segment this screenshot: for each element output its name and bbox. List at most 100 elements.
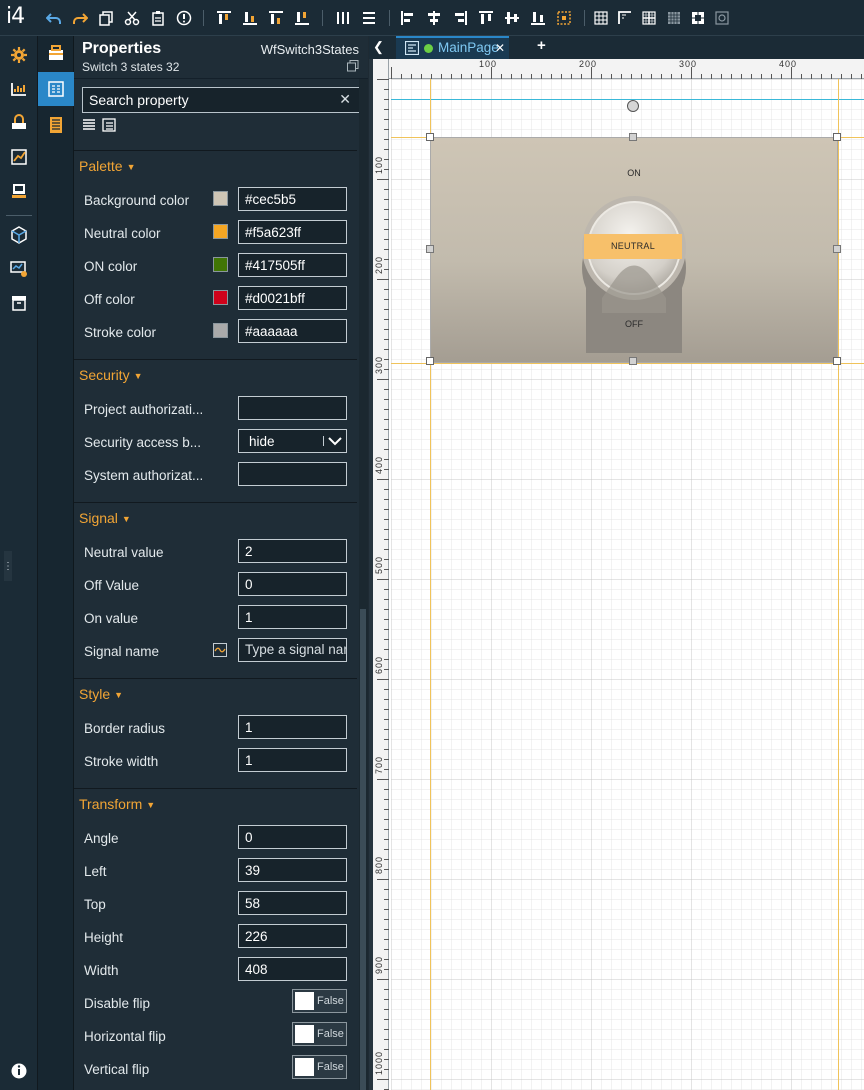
toolbox-icon[interactable] (38, 36, 74, 70)
resize-handle-right[interactable] (833, 245, 841, 253)
monitor-settings-icon[interactable] (4, 254, 34, 284)
toggle-state: False (317, 1061, 344, 1073)
add-tab-icon[interactable]: + (537, 37, 546, 54)
resize-handle-top[interactable] (629, 133, 637, 141)
property-value-input[interactable]: 226 (238, 924, 347, 948)
rail-resize-handle[interactable]: ⋮ (3, 551, 13, 581)
property-value-input[interactable]: 1 (238, 748, 347, 772)
signal-name-input[interactable]: Type a signal name (238, 638, 347, 662)
chevron-left-icon[interactable]: ❮ (373, 39, 391, 57)
horizontal-flip-toggle[interactable]: False (292, 1022, 347, 1046)
chevron-down-icon (328, 437, 342, 446)
property-row-top: Top 58 (74, 889, 357, 922)
resize-handle-top-right[interactable] (833, 133, 841, 141)
color-swatch[interactable] (213, 224, 228, 239)
search-input[interactable] (83, 88, 323, 112)
align-center-vertical-icon[interactable] (502, 8, 522, 28)
property-value-input[interactable]: 58 (238, 891, 347, 915)
align-right-icon[interactable] (450, 8, 470, 28)
zoom-fit-icon[interactable] (712, 8, 732, 28)
align-center-both-icon[interactable] (554, 8, 574, 28)
distribute-horizontal-icon[interactable] (333, 8, 353, 28)
property-value-input[interactable]: #f5a623ff (238, 220, 347, 244)
align-top-edge-icon[interactable] (476, 8, 496, 28)
property-value-input[interactable]: #d0021bff (238, 286, 347, 310)
align-top-icon[interactable] (214, 8, 234, 28)
vertical-flip-toggle[interactable]: False (292, 1055, 347, 1079)
scrollbar-thumb[interactable] (360, 609, 366, 1090)
tab-mainpage[interactable]: MainPage ✕ (396, 36, 509, 59)
grid-dense-icon[interactable] (639, 8, 659, 28)
color-swatch[interactable] (213, 257, 228, 272)
section-header-signal[interactable]: Signal ▼ (79, 510, 131, 526)
property-value-input[interactable]: #417505ff (238, 253, 347, 277)
align-bottom-edge-icon[interactable] (528, 8, 548, 28)
copy-name-icon[interactable] (347, 60, 359, 72)
resize-handle-left[interactable] (426, 245, 434, 253)
deploy-icon[interactable] (4, 108, 34, 138)
section-header-security[interactable]: Security ▼ (79, 367, 143, 383)
property-value-input[interactable]: 0 (238, 572, 347, 596)
dashboard-icon[interactable] (4, 74, 34, 104)
section-header-transform[interactable]: Transform ▼ (79, 796, 155, 812)
section-header-style[interactable]: Style ▼ (79, 686, 123, 702)
align-top-to-bottom-icon[interactable] (266, 8, 286, 28)
grid-icon[interactable] (591, 8, 611, 28)
section-transform: Transform ▼ Angle 0 Left 39 Top 58 Height… (74, 788, 357, 1090)
property-value-input[interactable]: 39 (238, 858, 347, 882)
document-list-icon[interactable] (38, 108, 74, 142)
switch-3-states-widget[interactable]: NEUTRAL ON OFF (430, 137, 838, 363)
color-swatch[interactable] (213, 290, 228, 305)
color-swatch[interactable] (213, 191, 228, 206)
signal-picker-icon[interactable] (213, 643, 227, 657)
device-icon[interactable] (4, 176, 34, 206)
property-row-horizontal-flip: Horizontal flip False (74, 1021, 357, 1054)
archive-icon[interactable] (4, 288, 34, 318)
property-value-input[interactable]: 1 (238, 715, 347, 739)
align-bottom-icon[interactable] (240, 8, 260, 28)
property-value-input[interactable] (238, 396, 347, 420)
list-view-icon[interactable] (82, 118, 96, 132)
properties-panel-icon[interactable] (38, 72, 74, 106)
page-icon (405, 41, 419, 55)
color-swatch[interactable] (213, 323, 228, 338)
grid-cells-icon[interactable] (688, 8, 708, 28)
properties-scrollbar[interactable] (359, 79, 368, 1090)
paste-icon[interactable] (148, 8, 168, 28)
grouped-view-icon[interactable] (102, 118, 116, 132)
info-icon[interactable] (174, 8, 194, 28)
clear-search-icon[interactable]: ✕ (339, 91, 351, 108)
snap-corner-icon[interactable] (615, 8, 635, 28)
settings-gear-icon[interactable] (4, 40, 34, 70)
copy-icon[interactable] (96, 8, 116, 28)
resize-handle-bottom-left[interactable] (426, 357, 434, 365)
property-value-input[interactable] (238, 462, 347, 486)
grid-fine-icon[interactable] (664, 8, 684, 28)
property-label: Security access b... (84, 435, 202, 450)
disable-flip-toggle[interactable]: False (292, 989, 347, 1013)
distribute-vertical-icon[interactable] (359, 8, 379, 28)
security-access-select[interactable]: hide (238, 429, 347, 453)
align-bottom-to-top-icon[interactable] (292, 8, 312, 28)
rotate-handle[interactable] (627, 100, 639, 112)
package-icon[interactable] (4, 220, 34, 250)
property-value-input[interactable]: 2 (238, 539, 347, 563)
property-value-input[interactable]: 408 (238, 957, 347, 981)
property-value-input[interactable]: 1 (238, 605, 347, 629)
cut-icon[interactable] (122, 8, 142, 28)
resize-handle-top-left[interactable] (426, 133, 434, 141)
align-left-icon[interactable] (398, 8, 418, 28)
undo-icon[interactable] (44, 8, 64, 28)
section-header-palette[interactable]: Palette ▼ (79, 158, 136, 174)
close-tab-icon[interactable]: ✕ (495, 41, 505, 55)
align-center-horizontal-icon[interactable] (424, 8, 444, 28)
property-value-input[interactable]: #cec5b5 (238, 187, 347, 211)
property-value-input[interactable]: #aaaaaa (238, 319, 347, 343)
about-info-icon[interactable] (4, 1056, 34, 1086)
redo-icon[interactable] (70, 8, 90, 28)
resize-handle-bottom[interactable] (629, 357, 637, 365)
chart-export-icon[interactable] (4, 142, 34, 172)
design-canvas[interactable]: 100 200 300 400 100 200 300 400 500 600 700 800 900… (369, 59, 864, 1090)
resize-handle-bottom-right[interactable] (833, 357, 841, 365)
property-value-input[interactable]: 0 (238, 825, 347, 849)
